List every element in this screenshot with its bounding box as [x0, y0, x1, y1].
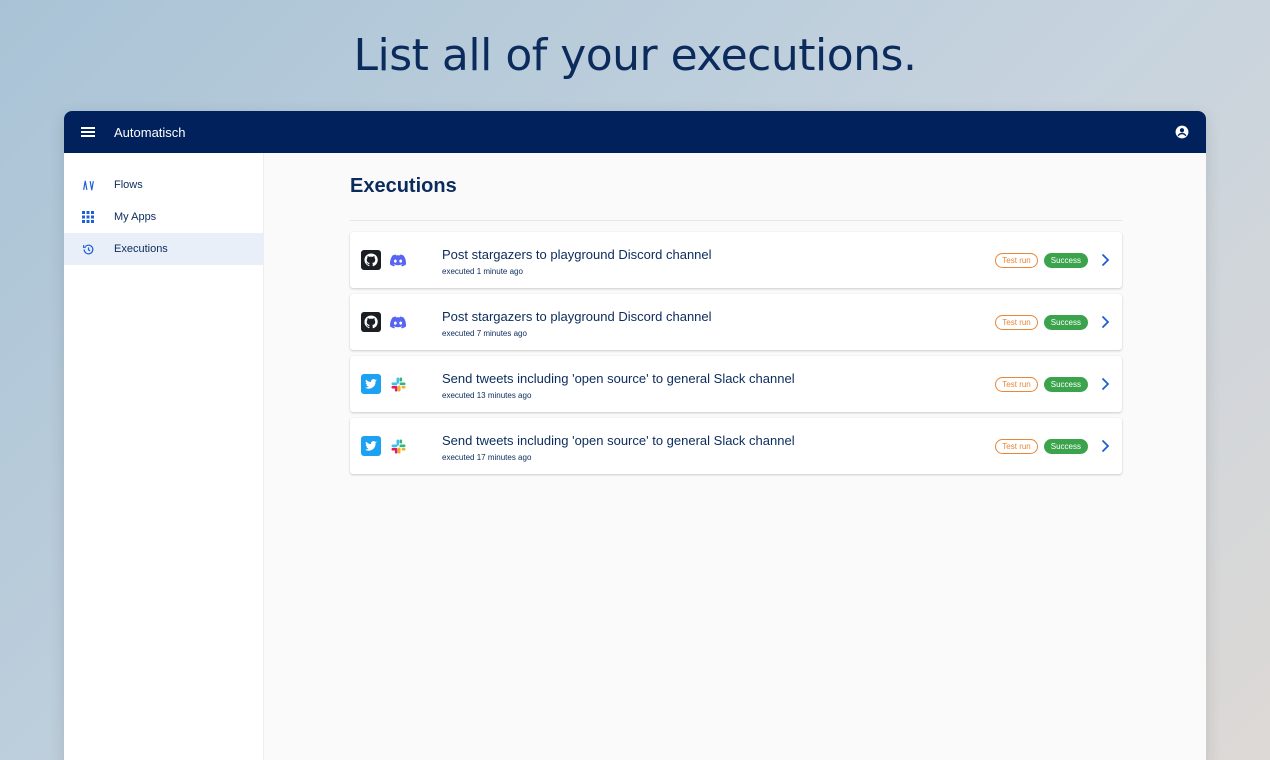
execution-row[interactable]: Post stargazers to playground Discord ch…: [350, 294, 1122, 350]
sidebar-item-label: Executions: [114, 243, 168, 255]
discord-icon: [388, 312, 408, 332]
slack-icon: [388, 374, 408, 394]
menu-icon[interactable]: [81, 127, 95, 137]
test-run-badge: Test run: [995, 252, 1038, 268]
history-icon: [81, 242, 95, 256]
sidebar-item-label: My Apps: [114, 211, 157, 223]
executed-time: executed 1 minute ago: [442, 266, 523, 276]
chevron-right-icon[interactable]: [1098, 439, 1112, 453]
apps-grid-icon: [81, 210, 95, 224]
status-badge: Success: [1043, 314, 1088, 330]
executed-time: executed 13 minutes ago: [442, 390, 532, 400]
test-run-badge: Test run: [995, 314, 1038, 330]
execution-row[interactable]: Send tweets including 'open source' to g…: [350, 418, 1122, 474]
sidebar-item-my-apps[interactable]: My Apps: [64, 201, 263, 233]
twitter-icon: [361, 374, 381, 394]
page-title: Executions: [350, 175, 457, 197]
app-bar: Automatisch: [64, 111, 1206, 153]
twitter-icon: [361, 436, 381, 456]
status-badge: Success: [1043, 438, 1088, 454]
test-run-badge: Test run: [995, 376, 1038, 392]
flow-name: Post stargazers to playground Discord ch…: [442, 308, 712, 324]
github-icon: [361, 312, 381, 332]
chevron-right-icon[interactable]: [1098, 253, 1112, 267]
chevron-right-icon[interactable]: [1098, 377, 1112, 391]
main-content: Executions Post stargazers to playground…: [264, 153, 1206, 760]
chevron-right-icon[interactable]: [1098, 315, 1112, 329]
flow-name: Send tweets including 'open source' to g…: [442, 432, 795, 448]
status-badge: Success: [1043, 376, 1088, 392]
status-badge: Success: [1043, 252, 1088, 268]
flows-icon: [81, 178, 95, 192]
discord-icon: [388, 250, 408, 270]
sidebar-item-label: Flows: [114, 179, 143, 191]
sidebar-item-flows[interactable]: Flows: [64, 169, 263, 201]
app-title: Automatisch: [114, 124, 186, 140]
executed-time: executed 7 minutes ago: [442, 328, 527, 338]
app-window: Automatisch Flows My Apps Executions Exe…: [64, 111, 1206, 760]
sidebar: Flows My Apps Executions: [64, 153, 264, 760]
account-icon[interactable]: [1175, 125, 1189, 139]
executed-time: executed 17 minutes ago: [442, 452, 532, 462]
sidebar-item-executions[interactable]: Executions: [64, 233, 263, 265]
execution-row[interactable]: Send tweets including 'open source' to g…: [350, 356, 1122, 412]
test-run-badge: Test run: [995, 438, 1038, 454]
slack-icon: [388, 436, 408, 456]
execution-row[interactable]: Post stargazers to playground Discord ch…: [350, 232, 1122, 288]
hero-title: List all of your executions.: [353, 30, 917, 81]
github-icon: [361, 250, 381, 270]
divider: [350, 220, 1122, 221]
flow-name: Send tweets including 'open source' to g…: [442, 370, 795, 386]
flow-name: Post stargazers to playground Discord ch…: [442, 246, 712, 262]
